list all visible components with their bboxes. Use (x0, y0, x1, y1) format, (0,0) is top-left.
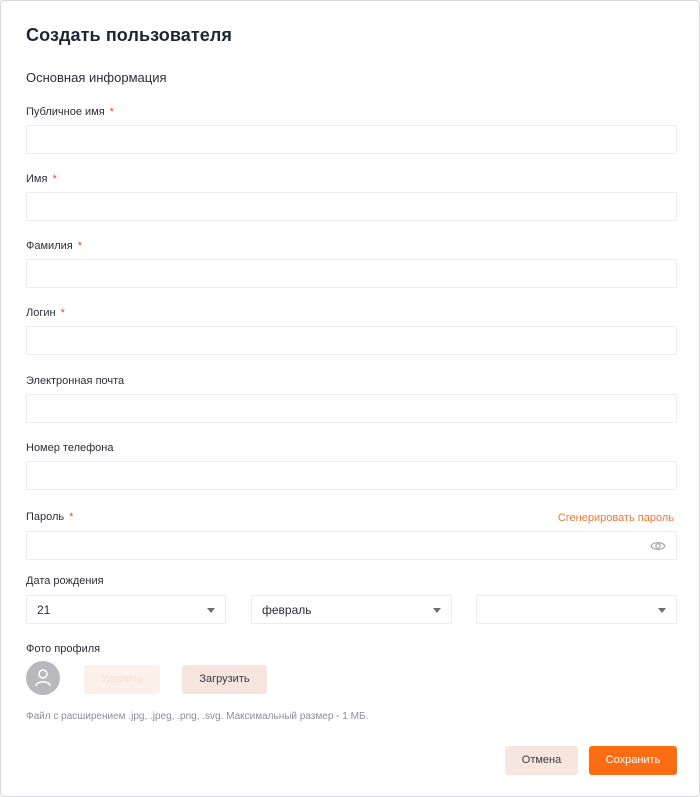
required-mark: * (77, 240, 82, 252)
phone-input[interactable] (26, 461, 677, 490)
delete-photo-button[interactable]: Удалить (84, 665, 160, 694)
email-input[interactable] (26, 394, 677, 423)
chevron-down-icon (207, 608, 215, 613)
public-name-label: Публичное имя * (26, 106, 114, 118)
required-mark: * (69, 511, 74, 523)
last-name-label: Фамилия * (26, 240, 82, 252)
user-icon (35, 669, 51, 687)
eye-icon[interactable] (650, 539, 666, 553)
password-label-text: Пароль (26, 511, 65, 523)
dialog-title: Создать пользователя (26, 25, 233, 45)
required-mark: * (52, 173, 57, 185)
cancel-button[interactable]: Отмена (505, 746, 578, 775)
last-name-input[interactable] (26, 259, 677, 288)
birth-date-label: Дата рождения (26, 575, 104, 587)
chevron-down-icon (658, 608, 666, 613)
first-name-label: Имя * (26, 173, 57, 185)
email-label: Электронная почта (26, 375, 125, 387)
birth-year-select[interactable] (476, 595, 677, 624)
section-title: Основная информация (26, 70, 167, 85)
first-name-label-text: Имя (26, 173, 48, 185)
phone-label: Номер телефона (26, 442, 114, 454)
login-label-text: Логин (26, 307, 56, 319)
password-label: Пароль * (26, 511, 73, 523)
login-input[interactable] (26, 326, 677, 355)
birth-month-value: февраль (262, 603, 312, 617)
birth-day-select[interactable]: 21 (26, 595, 226, 624)
upload-photo-button[interactable]: Загрузить (182, 665, 267, 694)
photo-hint: Файл с расширением .jpg, .jpeg, .png, .s… (26, 711, 369, 722)
generate-password-link[interactable]: Сгенерировать пароль (558, 512, 674, 524)
chevron-down-icon (433, 608, 441, 613)
login-label: Логин * (26, 307, 65, 319)
password-input[interactable] (26, 531, 677, 560)
first-name-input[interactable] (26, 192, 677, 221)
birth-day-value: 21 (37, 603, 51, 617)
required-mark: * (109, 106, 114, 118)
save-button[interactable]: Сохранить (589, 746, 677, 775)
public-name-label-text: Публичное имя (26, 106, 105, 118)
avatar (26, 661, 60, 695)
public-name-input[interactable] (26, 125, 677, 154)
required-mark: * (60, 307, 65, 319)
last-name-label-text: Фамилия (26, 240, 73, 252)
photo-label: Фото профиля (26, 643, 101, 655)
birth-month-select[interactable]: февраль (251, 595, 452, 624)
create-user-dialog: Создать пользователя Основная информация… (0, 0, 700, 797)
